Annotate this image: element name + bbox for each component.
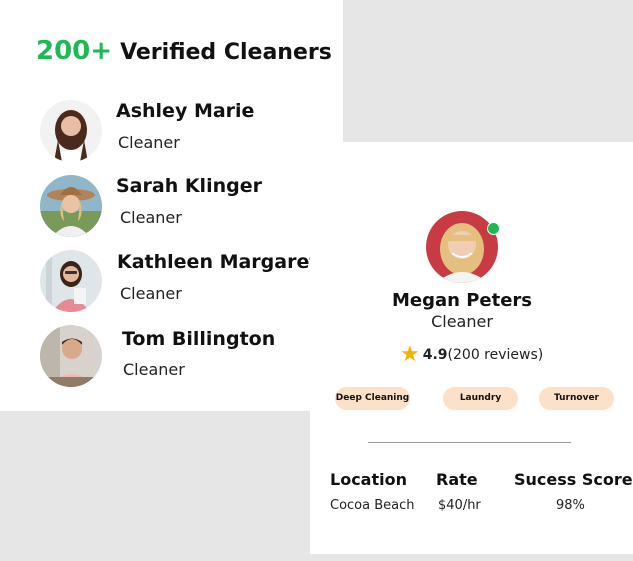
tag-laundry[interactable]: Laundry <box>443 387 518 410</box>
cleaner-count: 200+ <box>36 36 113 66</box>
avatar[interactable] <box>40 250 102 312</box>
online-status-indicator <box>487 222 500 235</box>
background-panel <box>343 0 633 142</box>
cleaners-list-card: 200+ Verified Cleaners Ashley Marie Clean… <box>0 0 343 411</box>
avatar[interactable] <box>40 100 102 162</box>
headline: 200+ Verified Cleaners <box>36 36 332 66</box>
cleaner-name[interactable]: Tom Billington <box>122 328 275 350</box>
avatar[interactable] <box>40 325 102 387</box>
divider <box>368 442 571 443</box>
background-panel <box>0 411 310 561</box>
rate-value: $40/hr <box>438 498 481 513</box>
score-label: Sucess Score <box>514 470 633 489</box>
cleaner-name[interactable]: Kathleen Margaret <box>117 251 318 273</box>
location-value: Cocoa Beach <box>330 498 415 513</box>
tag-turnover[interactable]: Turnover <box>539 387 614 410</box>
rate-label: Rate <box>436 470 478 489</box>
score-value: 98% <box>556 498 585 513</box>
cleaner-role: Cleaner <box>123 360 185 379</box>
profile-card: Megan Peters Cleaner ★ 4.9 (200 reviews)… <box>310 142 633 554</box>
cleaner-role: Cleaner <box>120 208 182 227</box>
cleaner-role: Cleaner <box>120 284 182 303</box>
cleaner-name[interactable]: Ashley Marie <box>116 100 254 122</box>
profile-avatar[interactable] <box>426 211 498 283</box>
location-label: Location <box>330 470 407 489</box>
profile-name: Megan Peters <box>391 290 533 311</box>
profile-role: Cleaner <box>431 312 493 331</box>
tag-deep-cleaning[interactable]: Deep Cleaning <box>335 387 410 410</box>
rating: ★ 4.9 (200 reviews) <box>400 344 543 366</box>
cleaner-role: Cleaner <box>118 133 180 152</box>
cleaner-name[interactable]: Sarah Klinger <box>116 175 262 197</box>
review-count[interactable]: (200 reviews) <box>448 347 544 363</box>
star-icon: ★ <box>400 342 420 367</box>
avatar[interactable] <box>40 175 102 237</box>
background-panel <box>310 554 633 561</box>
rating-score: 4.9 <box>422 347 448 363</box>
headline-title: Verified Cleaners <box>120 40 332 65</box>
